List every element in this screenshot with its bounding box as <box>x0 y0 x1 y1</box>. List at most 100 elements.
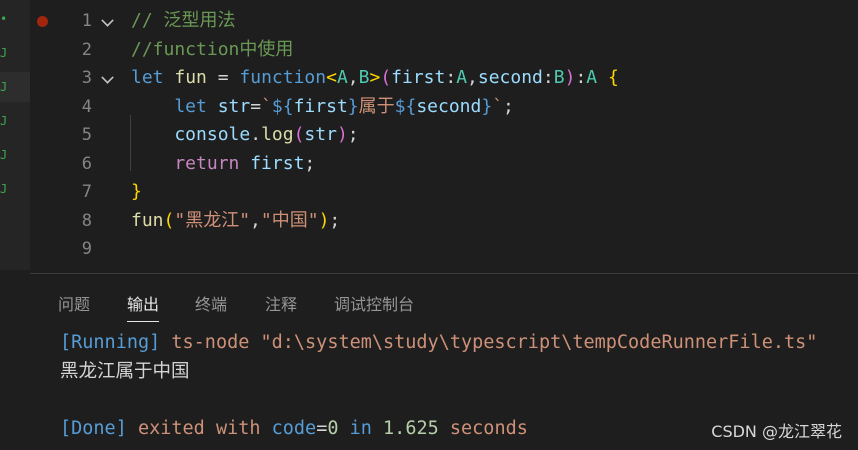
code-token: ( <box>293 124 305 145</box>
code-token: : <box>542 67 554 88</box>
code-token: let <box>131 95 218 117</box>
code-text: let str=`${first}属于${second}`; <box>131 93 514 122</box>
code-text: // 泛型用法 <box>131 7 236 36</box>
code-token: log <box>261 124 294 145</box>
code-token: ${ <box>271 95 294 117</box>
code-token: . <box>250 124 262 145</box>
line-number: 6 <box>81 153 92 174</box>
breakpoint-icon[interactable] <box>37 16 48 27</box>
code-line[interactable]: 8 fun("黑龙江","中国"); <box>30 207 858 236</box>
code-token: ( <box>380 67 392 88</box>
code-line[interactable]: 1 // 泛型用法 <box>30 7 858 36</box>
code-token: A <box>586 67 608 88</box>
code-token: fun <box>174 67 207 88</box>
git-modified-icon: J <box>0 114 8 128</box>
seconds-text: seconds <box>438 418 528 439</box>
output-result: 黑龙江属于中国 <box>60 361 190 382</box>
line-number: 7 <box>81 182 92 202</box>
code-token: ) <box>318 209 330 231</box>
code-token: } <box>481 95 493 117</box>
code-token: ( <box>163 209 175 231</box>
code-token: A <box>456 67 468 88</box>
code-token: first <box>250 152 305 174</box>
code-text: let fun = function<A,B>(first:A,second:B… <box>131 64 619 93</box>
tab-comments[interactable]: 注释 <box>265 274 297 322</box>
code-line[interactable]: 6 return first; <box>30 150 858 179</box>
running-command: ts-node "d:\system\study\typescript\temp… <box>160 332 818 353</box>
code-line[interactable]: 9 <box>30 235 858 264</box>
code-token: // 泛型用法 <box>131 10 236 31</box>
code-token: first <box>391 67 446 88</box>
code-line[interactable]: 3 let fun = function<A,B>(first:A,second:… <box>30 64 858 93</box>
code-token: return <box>131 152 251 174</box>
elapsed-value: 1.625 <box>383 418 439 439</box>
code-token: ; <box>304 152 316 174</box>
git-modified-icon: J <box>0 148 8 162</box>
code-text: } <box>131 178 142 207</box>
code-token: : <box>445 67 457 88</box>
line-number: 1 <box>81 11 92 31</box>
equals-text: = <box>316 418 328 439</box>
code-token: , <box>347 67 359 88</box>
code-text: return first; <box>131 150 315 179</box>
code-token: , <box>250 209 261 231</box>
code-token: ` <box>492 95 504 117</box>
code-token: ` <box>261 95 272 117</box>
line-number: 4 <box>81 96 92 117</box>
code-token: second <box>416 95 482 117</box>
git-modified-icon: J <box>0 182 8 196</box>
code-token: second <box>477 67 543 88</box>
code-token: } <box>131 181 142 202</box>
bottom-panel: 问题 输出 终端 注释 调试控制台 [Running] ts-node "d:\… <box>30 273 858 450</box>
tab-terminal[interactable]: 终端 <box>195 274 227 322</box>
line-number: 8 <box>81 210 92 231</box>
code-text: //function中使用 <box>131 36 293 65</box>
code-token: 属于 <box>358 95 395 117</box>
git-modified-icon: J <box>0 80 8 94</box>
code-token: fun <box>131 209 164 231</box>
code-line[interactable]: 5 console.log(str); <box>30 121 858 150</box>
code-token: ; <box>347 124 359 145</box>
fold-chevron-icon[interactable] <box>101 71 114 84</box>
tab-output[interactable]: 输出 <box>127 274 160 322</box>
watermark: CSDN @龙江翠花 <box>711 422 842 441</box>
code-text: console.log(str); <box>131 121 359 150</box>
code-token: str <box>304 124 337 145</box>
code-token: ) <box>564 67 576 88</box>
code-token: } <box>347 95 359 117</box>
code-editor[interactable]: 1 // 泛型用法 2 //function中使用 3 let fun = functio… <box>30 0 858 270</box>
running-label: [Running] <box>60 332 161 353</box>
git-modified-icon: • <box>0 12 8 26</box>
in-text: in <box>338 418 384 439</box>
tab-debug-console[interactable]: 调试控制台 <box>334 274 414 322</box>
code-token: str <box>217 95 251 117</box>
code-token: = <box>206 67 240 88</box>
code-token: : <box>575 67 587 88</box>
with-text: with <box>215 418 261 439</box>
code-token: first <box>293 95 348 117</box>
fold-chevron-icon[interactable] <box>101 14 114 27</box>
panel-tabs: 问题 输出 终端 注释 调试控制台 <box>30 274 858 322</box>
line-number: 9 <box>81 239 92 259</box>
line-number: 10 <box>60 264 92 271</box>
code-token: > <box>369 67 381 88</box>
code-token: "中国" <box>260 209 319 231</box>
code-text: code <box>260 418 317 439</box>
code-token: B <box>358 67 370 88</box>
exited-text: exited <box>126 418 216 439</box>
code-text: fun("黑龙江","中国"); <box>131 207 340 236</box>
code-line[interactable]: 7} <box>30 178 858 207</box>
code-line[interactable]: 10 <box>30 264 858 271</box>
code-line[interactable]: 2 //function中使用 <box>30 36 858 65</box>
tab-problems[interactable]: 问题 <box>58 274 90 322</box>
output-done-line: [Done] exited with code=0 in 1.625 secon… <box>60 415 528 443</box>
code-token: ${ <box>394 95 417 117</box>
code-token: ; <box>503 95 514 117</box>
code-token: ; <box>329 209 341 231</box>
activity-bar: • J J J J J <box>0 0 30 270</box>
code-token: = <box>250 95 262 117</box>
code-token: //function中使用 <box>131 38 294 60</box>
code-line[interactable]: 4 let str=`${first}属于${second}`; <box>30 93 858 122</box>
line-number: 3 <box>81 68 92 88</box>
code-token: { <box>607 67 619 88</box>
